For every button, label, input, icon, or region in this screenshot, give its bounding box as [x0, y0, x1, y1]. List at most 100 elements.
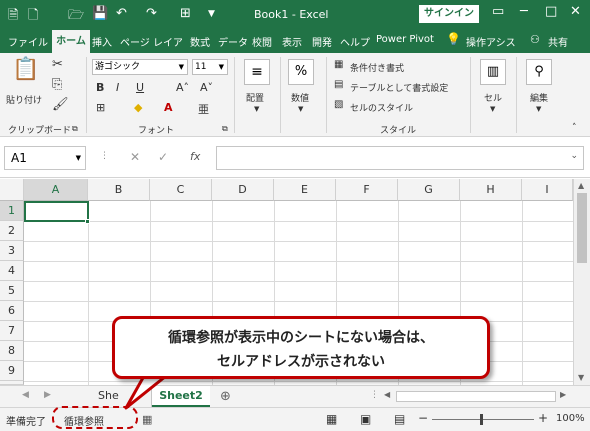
customize-qat-icon[interactable]: ⊞ [180, 6, 191, 21]
zoom-level[interactable]: 100% [556, 413, 585, 424]
save-as-icon[interactable]: 🗁 [68, 6, 84, 28]
cell-style-icon[interactable]: ▧ [334, 99, 343, 110]
next-sheet-icon[interactable]: ▶ [44, 390, 51, 400]
chevron-down-icon[interactable]: ▼ [76, 147, 81, 169]
row-header[interactable]: 4 [0, 261, 24, 281]
italic-icon[interactable]: I [116, 81, 119, 94]
column-header[interactable]: I [522, 179, 573, 201]
tab-formulas[interactable]: 数式 [190, 34, 210, 49]
conditional-format-button[interactable]: 条件付き書式 [350, 61, 404, 74]
bold-icon[interactable]: B [96, 81, 104, 94]
name-box[interactable]: A1 ▼ [4, 146, 86, 170]
expand-icon[interactable]: ⌄ [570, 151, 578, 161]
percent-icon[interactable]: % [288, 59, 314, 85]
table-format-button[interactable]: テーブルとして書式設定 [350, 81, 448, 94]
tab-view[interactable]: 表示 [282, 34, 302, 49]
scroll-left-icon[interactable]: ◀ [384, 390, 390, 399]
clipboard-paste-icon[interactable]: 📋 [12, 57, 39, 82]
column-header[interactable]: A [24, 179, 88, 201]
autosave-icon[interactable]: 🗎 [8, 6, 18, 28]
scroll-up-icon[interactable]: ▲ [578, 181, 584, 190]
tab-home[interactable]: ホーム [52, 30, 90, 53]
lightbulb-icon[interactable]: 💡 [446, 32, 461, 46]
row-header[interactable]: 5 [0, 281, 24, 301]
enter-icon[interactable]: ✓ [158, 150, 168, 164]
tab-developer[interactable]: 開発 [312, 34, 332, 49]
column-header[interactable]: G [398, 179, 460, 201]
font-size-combo[interactable]: 11 ▼ [192, 59, 228, 75]
underline-icon[interactable]: U [136, 81, 144, 94]
zoom-out-icon[interactable]: − [418, 411, 428, 425]
maximize-icon[interactable]: □ [545, 4, 557, 19]
tab-help[interactable]: ヘルプ [340, 34, 370, 49]
horizontal-scrollbar[interactable] [396, 391, 556, 402]
cancel-icon[interactable]: ✕ [130, 150, 140, 164]
number-button[interactable]: 数値 [291, 91, 309, 104]
fill-handle[interactable] [85, 219, 90, 224]
row-header[interactable]: 1 [0, 201, 24, 221]
scroll-thumb[interactable] [577, 193, 587, 263]
vertical-scrollbar[interactable]: ▲ ▼ [573, 179, 590, 385]
shrink-font-icon[interactable]: A˅ [200, 81, 213, 94]
borders-icon[interactable]: ⊞ [96, 101, 105, 114]
active-cell[interactable] [24, 201, 89, 222]
formula-input[interactable]: ⌄ [216, 146, 584, 170]
format-painter-icon[interactable]: 🖌 [52, 97, 69, 112]
font-color-icon[interactable]: A [164, 101, 173, 114]
chevron-down-icon[interactable]: ▼ [298, 105, 303, 113]
row-header[interactable]: 9 [0, 361, 24, 381]
row-header[interactable]: 3 [0, 241, 24, 261]
fill-color-icon[interactable]: ◆ [134, 101, 142, 114]
cut-icon[interactable]: ✂ [52, 57, 63, 72]
chevron-down-icon[interactable]: ▼ [179, 60, 184, 74]
cell-style-button[interactable]: セルのスタイル [350, 101, 413, 114]
row-header[interactable]: 6 [0, 301, 24, 321]
tab-insert[interactable]: 挿入 [92, 34, 112, 49]
copy-icon[interactable]: ⎘ [52, 77, 62, 92]
row-header[interactable]: 8 [0, 341, 24, 361]
dialog-launcher-icon[interactable]: ⧉ [222, 124, 228, 134]
chevron-down-icon[interactable]: ▼ [536, 105, 541, 113]
undo-icon[interactable]: ↶ [116, 6, 127, 21]
grow-font-icon[interactable]: A˄ [176, 81, 189, 94]
column-header[interactable]: D [212, 179, 274, 201]
column-header[interactable]: B [88, 179, 150, 201]
cells-button[interactable]: セル [484, 91, 502, 104]
align-button[interactable]: 配置 [246, 91, 264, 104]
phonetic-icon[interactable]: 亜 [198, 101, 209, 117]
qat-dropdown-icon[interactable]: ▼ [208, 9, 215, 19]
macro-record-icon[interactable]: ▦ [142, 413, 152, 426]
page-break-view-icon[interactable]: ▤ [394, 412, 405, 426]
zoom-in-icon[interactable]: + [538, 411, 548, 425]
column-header[interactable]: E [274, 179, 336, 201]
tab-review[interactable]: 校閲 [252, 34, 272, 49]
tab-file[interactable]: ファイル [8, 34, 48, 49]
conditional-format-icon[interactable]: ▦ [334, 59, 343, 70]
select-all-corner[interactable] [0, 179, 24, 201]
align-icon[interactable]: ≡ [244, 59, 270, 85]
scroll-right-icon[interactable]: ▶ [560, 390, 566, 399]
tab-page-layout[interactable]: ページ レイアウト [120, 34, 182, 49]
tab-data[interactable]: データ [218, 34, 248, 49]
column-header[interactable]: H [460, 179, 522, 201]
edit-button[interactable]: 編集 [530, 91, 548, 104]
column-header[interactable]: F [336, 179, 398, 201]
chevron-down-icon[interactable]: ▼ [490, 105, 495, 113]
column-header[interactable]: C [150, 179, 212, 201]
normal-view-icon[interactable]: ▦ [326, 412, 337, 426]
ribbon-display-icon[interactable]: ▭ [492, 4, 504, 19]
paste-button[interactable]: 貼り付け [6, 93, 42, 106]
save-icon[interactable]: 💾 [92, 6, 108, 21]
redo-icon[interactable]: ↷ [146, 6, 157, 21]
row-header[interactable]: 7 [0, 321, 24, 341]
font-name-combo[interactable]: 游ゴシック ▼ [92, 59, 188, 75]
tab-tell-me[interactable]: 操作アシスト [466, 34, 518, 49]
close-icon[interactable]: ✕ [570, 4, 581, 19]
signin-button[interactable]: サインイン [419, 5, 479, 23]
search-icon[interactable]: ⚲ [526, 59, 552, 85]
file-icon[interactable]: 🗋 [28, 6, 38, 28]
add-sheet-icon[interactable]: ⊕ [220, 389, 231, 404]
zoom-slider-thumb[interactable] [480, 414, 483, 425]
insert-function-icon[interactable]: fx [190, 150, 200, 163]
prev-sheet-icon[interactable]: ◀ [22, 390, 29, 400]
